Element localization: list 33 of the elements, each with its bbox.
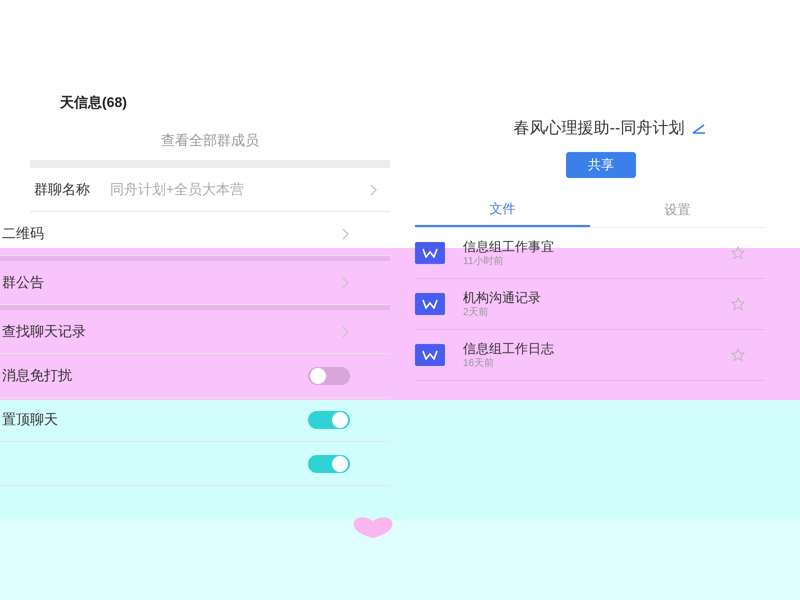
document-icon <box>415 344 445 366</box>
tab[interactable]: 设置 <box>590 192 765 227</box>
row-label: 二维码 <box>2 224 44 243</box>
chevron-icon <box>342 228 350 240</box>
row-value: 同舟计划+全员大本营 <box>110 180 244 199</box>
file-row[interactable]: 信息组工作事宜 11小时前 <box>415 228 765 279</box>
document-icon <box>415 242 445 264</box>
tab[interactable]: 文件 <box>415 192 590 227</box>
chevron-icon <box>370 184 378 196</box>
file-row[interactable]: 机构沟通记录 2天前 <box>415 279 765 330</box>
edit-icon[interactable] <box>692 124 706 134</box>
file-row[interactable]: 信息组工作日志 16天前 <box>415 330 765 381</box>
chevron-icon <box>342 326 350 338</box>
row-label: 置顶聊天 <box>2 410 58 429</box>
view-members-link[interactable]: 查看全部群成员 <box>30 120 390 160</box>
chevron-icon <box>342 276 350 288</box>
file-time: 16天前 <box>463 356 496 370</box>
row-label: 消息免打扰 <box>2 366 72 385</box>
star-icon[interactable] <box>731 246 745 260</box>
page-title: 天信息(68) <box>58 93 128 112</box>
file-name: 机构沟通记录 <box>463 288 542 306</box>
file-name: 信息组工作日志 <box>463 340 555 356</box>
star-icon[interactable] <box>731 348 745 362</box>
file-time: 11小时前 <box>463 254 504 268</box>
file-time: 2天前 <box>463 306 490 320</box>
document-icon <box>415 293 445 315</box>
group-title: 春风心理援助--同舟计划 <box>514 118 684 139</box>
row-label: 群聊名称 <box>34 180 90 199</box>
star-icon[interactable] <box>731 297 745 311</box>
share-button[interactable]: 共享 <box>566 152 636 178</box>
file-name: 信息组工作事宜 <box>463 238 555 254</box>
row-label: 查找聊天记录 <box>2 322 86 341</box>
row-label: 群公告 <box>2 273 44 292</box>
